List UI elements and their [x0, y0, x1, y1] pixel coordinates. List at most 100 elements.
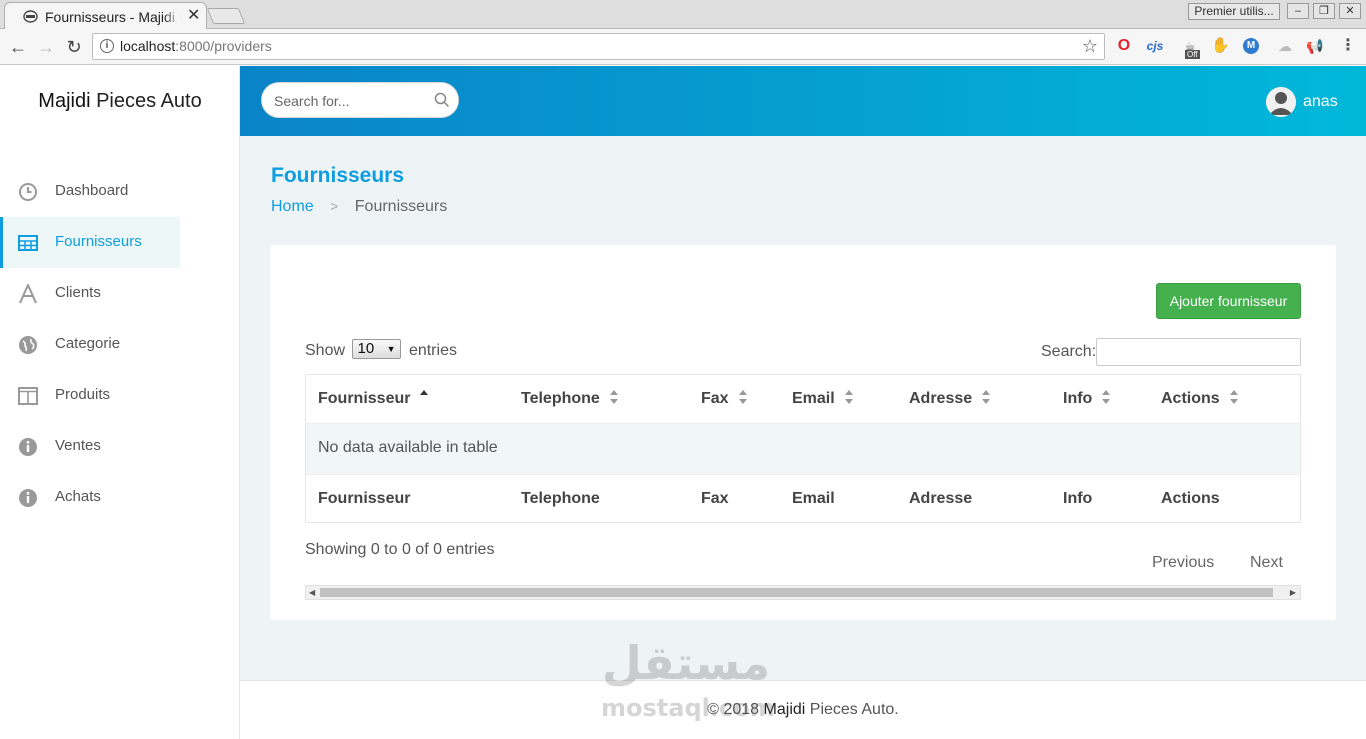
page-favicon-icon — [23, 10, 38, 23]
browser-tabstrip: Fournisseurs - Majidi Pieces Auto ✕ Prem… — [0, 0, 1366, 29]
pagination-next-button[interactable]: Next — [1250, 554, 1283, 572]
table-search-input[interactable] — [1096, 338, 1301, 366]
page-title: Fournisseurs — [271, 164, 405, 187]
info-icon — [19, 489, 37, 507]
column-header-adresse[interactable]: Adresse — [909, 389, 991, 408]
breadcrumb-home-link[interactable]: Home — [271, 198, 314, 215]
scroll-left-icon[interactable]: ◀ — [309, 586, 315, 599]
gnome-extension-icon[interactable]: ✋ — [1211, 37, 1230, 55]
sidebar-item-label: Fournisseurs — [55, 233, 142, 250]
sidebar-item-ventes[interactable]: Ventes — [0, 421, 180, 472]
sidebar-item-label: Dashboard — [55, 182, 129, 199]
column-header-actions[interactable]: Actions — [1161, 389, 1239, 408]
sidebar-item-label: Ventes — [55, 437, 101, 454]
window-close-button[interactable]: ✕ — [1339, 3, 1361, 19]
footer-column-adresse: Adresse — [909, 490, 973, 507]
forward-arrow-icon[interactable]: → — [35, 36, 57, 58]
search-input[interactable] — [274, 92, 424, 110]
pagination-previous-button[interactable]: Previous — [1152, 554, 1214, 572]
tab-title: Fournisseurs - Majidi Pieces Auto — [45, 9, 181, 25]
sidebar-item-fournisseurs[interactable]: Fournisseurs — [0, 217, 180, 268]
sidebar-item-dashboard[interactable]: Dashboard — [0, 166, 180, 217]
providers-card: Ajouter fournisseur Show 10 ▼ entries Sea… — [270, 245, 1336, 620]
search-icon[interactable] — [434, 92, 450, 108]
copyright-text: © 2018 Majidi Pieces Auto. — [707, 701, 899, 718]
reload-icon[interactable]: ↻ — [63, 36, 85, 58]
table-empty-row: No data available in table — [306, 424, 1300, 474]
back-arrow-icon[interactable]: ← — [7, 36, 29, 58]
sort-icon — [1102, 389, 1111, 404]
user-name: anas — [1303, 93, 1338, 110]
site-info-icon[interactable]: i — [100, 39, 114, 53]
table-header-row: Fournisseur Telephone Fax Email Adresse … — [306, 375, 1300, 424]
sidebar-item-label: Categorie — [55, 335, 121, 352]
global-search — [261, 82, 459, 118]
address-bar[interactable]: i localhost:8000/providers ☆ — [92, 33, 1105, 60]
sidebar-item-clients[interactable]: Clients — [0, 268, 180, 319]
chevron-right-icon: > — [330, 198, 339, 214]
sort-icon — [982, 389, 991, 404]
window-maximize-button[interactable]: ❐ — [1313, 3, 1335, 19]
sort-icon — [609, 389, 619, 404]
browser-toolbar: ← → ↻ i localhost:8000/providers ☆ O cjs… — [0, 29, 1366, 65]
breadcrumb-current: Fournisseurs — [354, 198, 448, 215]
scrollbar-thumb[interactable] — [320, 588, 1273, 597]
footer-column-fournisseur: Fournisseur — [318, 490, 411, 507]
sidebar-menu: Dashboard Fournisseurs Clients Categorie — [0, 166, 180, 523]
ghost-extension-icon[interactable]: ☁ — [1276, 37, 1294, 55]
browser-tab[interactable]: Fournisseurs - Majidi Pieces Auto ✕ — [4, 2, 207, 29]
columns-icon — [18, 387, 38, 405]
new-tab-button[interactable] — [206, 8, 246, 24]
column-header-info[interactable]: Info — [1063, 389, 1111, 408]
sidebar-item-label: Produits — [55, 386, 111, 403]
page-length-select[interactable]: 10 ▼ — [352, 339, 402, 360]
sort-icon — [738, 389, 748, 404]
tab-close-icon[interactable]: ✕ — [187, 7, 200, 25]
column-header-fournisseur[interactable]: Fournisseur — [318, 389, 429, 408]
info-icon — [19, 438, 37, 456]
off-badge: Off — [1185, 50, 1200, 59]
column-header-fax[interactable]: Fax — [701, 389, 748, 408]
show-label: Show — [305, 342, 346, 359]
avatar — [1266, 87, 1296, 117]
column-header-telephone[interactable]: Telephone — [521, 389, 619, 408]
clock-icon — [19, 183, 37, 201]
providers-table: Fournisseur Telephone Fax Email Adresse … — [305, 374, 1301, 523]
main-content: Fournisseurs Home > Fournisseurs Ajouter… — [240, 136, 1366, 739]
sidebar-item-achats[interactable]: Achats — [0, 472, 180, 523]
sidebar-item-categorie[interactable]: Categorie — [0, 319, 180, 370]
footer-column-info: Info — [1063, 490, 1093, 507]
font-icon — [19, 284, 37, 304]
cjs-extension-icon[interactable]: cjs — [1146, 37, 1164, 55]
sort-icon — [844, 389, 854, 404]
horizontal-scrollbar[interactable]: ◀ ▶ — [305, 585, 1301, 600]
caret-down-icon: ▼ — [386, 344, 396, 355]
window-minimize-button[interactable]: – — [1287, 3, 1309, 19]
url-text[interactable]: localhost:8000/providers — [120, 38, 272, 54]
add-provider-button[interactable]: Ajouter fournisseur — [1156, 283, 1301, 319]
footer-column-telephone: Telephone — [521, 490, 600, 507]
sidebar-item-label: Achats — [55, 488, 101, 505]
globe-icon — [19, 336, 37, 354]
footer-column-email: Email — [792, 490, 835, 507]
browser-menu-icon[interactable]: ⋮ — [1339, 37, 1357, 55]
scroll-right-icon[interactable]: ▶ — [1290, 586, 1296, 599]
table-search-label: Search: — [1041, 343, 1097, 360]
megaphone-extension-icon[interactable]: 📢 — [1306, 37, 1324, 55]
breadcrumb: Home > Fournisseurs — [271, 198, 447, 216]
sidebar-item-produits[interactable]: Produits — [0, 370, 180, 421]
m-extension-icon[interactable]: M — [1243, 38, 1259, 54]
column-header-email[interactable]: Email — [792, 389, 854, 408]
coffee-extension-icon[interactable]: ☕ Off — [1181, 37, 1200, 59]
sidebar: Majidi Pieces Auto Dashboard Fournisseur… — [0, 66, 240, 739]
footer-column-fax: Fax — [701, 490, 729, 507]
bookmark-star-icon[interactable]: ☆ — [1082, 36, 1098, 57]
page-length-control: Show 10 ▼ entries — [305, 339, 457, 362]
profile-button[interactable]: Premier utilis... — [1188, 3, 1280, 20]
brand-logo[interactable]: Majidi Pieces Auto — [0, 66, 240, 136]
sidebar-item-label: Clients — [55, 284, 101, 301]
footer-column-actions: Actions — [1161, 490, 1220, 507]
table-icon — [18, 235, 38, 251]
sort-asc-icon — [420, 389, 429, 404]
opera-extension-icon[interactable]: O — [1115, 37, 1133, 55]
